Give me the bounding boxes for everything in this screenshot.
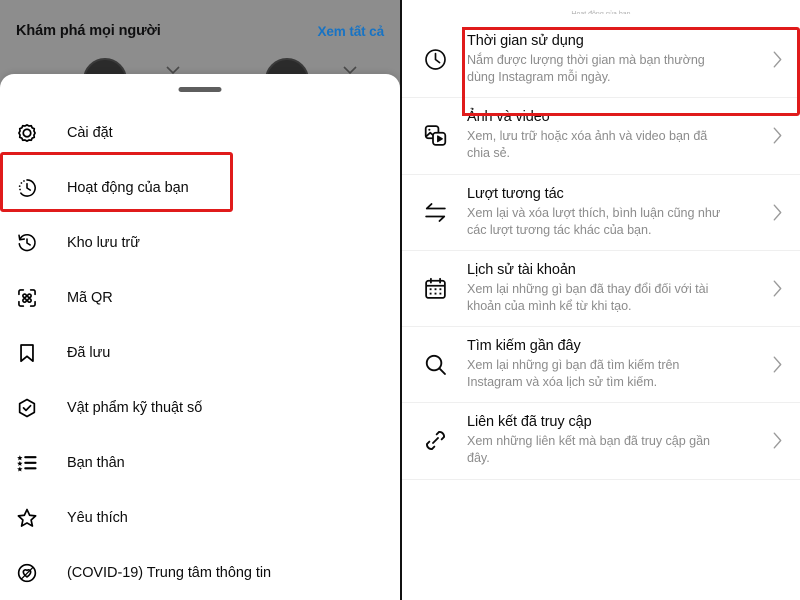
setting-title: Lịch sử tài khoản: [467, 261, 576, 278]
clock-icon: [413, 47, 457, 72]
chevron-right-icon[interactable]: [764, 126, 790, 145]
menu-item-label: Vật phẩm kỹ thuật số: [67, 399, 203, 416]
menu-item-digital-collectibles[interactable]: Vật phẩm kỹ thuật số: [0, 380, 400, 435]
setting-row-interactions[interactable]: Lượt tương tác Xem lại và xóa lượt thích…: [402, 174, 800, 251]
menu-item-label: Kho lưu trữ: [67, 234, 140, 251]
chevron-right-icon[interactable]: [764, 431, 790, 450]
link-icon: [413, 428, 457, 453]
menu-item-label: Bạn thân: [67, 454, 125, 471]
menu-item-label: (COVID-19) Trung tâm thông tin: [67, 564, 271, 581]
setting-text-block: Liên kết đã truy cập Xem những liên kết …: [457, 414, 764, 467]
chevron-right-icon[interactable]: [764, 355, 790, 374]
setting-title: Lượt tương tác: [467, 185, 564, 202]
setting-text-block: Tìm kiếm gần đây Xem lại những gì bạn đã…: [457, 338, 764, 391]
drag-handle[interactable]: [178, 87, 222, 92]
bottom-sheet-menu: Cài đặt Hoạt động của bạn Kho lưu trữ Mã…: [0, 74, 400, 600]
setting-description: Xem những liên kết mà bạn đã truy cập gầ…: [467, 434, 711, 466]
menu-item-label: Hoạt động của bạn: [67, 179, 189, 196]
health-heart-icon: [16, 562, 49, 584]
setting-text-block: Ảnh và video Xem, lưu trữ hoặc xóa ảnh v…: [457, 109, 764, 162]
menu-item-your-activity[interactable]: Hoạt động của bạn: [0, 160, 400, 215]
setting-description: Xem lại những gì bạn đã tìm kiếm trên In…: [467, 358, 680, 390]
gear-icon: [16, 122, 49, 144]
menu-item-covid-info-center[interactable]: (COVID-19) Trung tâm thông tin: [0, 545, 400, 600]
menu-item-label: Mã QR: [67, 289, 113, 306]
photo-video-icon: [413, 123, 457, 148]
menu-item-qr-code[interactable]: Mã QR: [0, 270, 400, 325]
search-icon: [413, 352, 457, 377]
setting-row-visited-links[interactable]: Liên kết đã truy cập Xem những liên kết …: [402, 403, 800, 480]
star-icon: [16, 507, 49, 529]
setting-row-recent-searches[interactable]: Tìm kiếm gần đây Xem lại những gì bạn đã…: [402, 327, 800, 404]
breadcrumb-label: Hoạt động của bạn: [571, 11, 630, 14]
setting-text-block: Thời gian sử dụng Nắm được lượng thời gi…: [457, 33, 764, 86]
discover-people-header: Khám phá mọi người Xem tất cả: [0, 18, 400, 44]
activity-clock-icon: [16, 177, 49, 199]
page-title: Khám phá mọi người: [16, 23, 161, 39]
menu-item-label: Yêu thích: [67, 509, 128, 526]
menu-item-saved[interactable]: Đã lưu: [0, 325, 400, 380]
setting-title: Tìm kiếm gần đây: [467, 338, 581, 354]
setting-row-time-spent[interactable]: Thời gian sử dụng Nắm được lượng thời gi…: [402, 22, 800, 99]
activity-settings-list: Thời gian sử dụng Nắm được lượng thời gi…: [402, 22, 800, 480]
menu-item-archive[interactable]: Kho lưu trữ: [0, 215, 400, 270]
interactions-arrows-icon: [413, 200, 457, 225]
setting-row-photos-and-videos[interactable]: Ảnh và video Xem, lưu trữ hoặc xóa ảnh v…: [402, 98, 800, 175]
setting-description: Xem, lưu trữ hoặc xóa ảnh và video bạn đ…: [467, 129, 708, 161]
setting-text-block: Lịch sử tài khoản Xem lại những gì bạn đ…: [457, 262, 764, 315]
qr-code-icon: [16, 287, 49, 309]
breadcrumb: Hoạt động của bạn: [402, 0, 800, 14]
bookmark-icon: [16, 342, 49, 364]
setting-description: Xem lại và xóa lượt thích, bình luận cũn…: [467, 205, 721, 237]
menu-item-label: Đã lưu: [67, 344, 111, 361]
right-phone-screen: Hoạt động của bạn Thời gian sử dụng Nắm …: [402, 0, 800, 600]
setting-title: Ảnh và video: [467, 109, 550, 126]
menu-item-favorites[interactable]: Yêu thích: [0, 490, 400, 545]
calendar-icon: [413, 276, 457, 301]
setting-description: Xem lại những gì bạn đã thay đổi đối với…: [467, 281, 709, 313]
archive-clock-icon: [16, 232, 49, 254]
see-all-link[interactable]: Xem tất cả: [317, 24, 384, 39]
screenshot-root: Khám phá mọi người Xem tất cả Cài đặt Ho…: [0, 0, 800, 600]
hexagon-check-icon: [16, 397, 49, 419]
menu-list: Cài đặt Hoạt động của bạn Kho lưu trữ Mã…: [0, 105, 400, 600]
chevron-right-icon[interactable]: [764, 50, 790, 69]
chevron-right-icon[interactable]: [764, 279, 790, 298]
setting-title: Thời gian sử dụng: [467, 33, 584, 49]
setting-row-account-history[interactable]: Lịch sử tài khoản Xem lại những gì bạn đ…: [402, 250, 800, 327]
chevron-down-icon[interactable]: [342, 62, 358, 75]
setting-title: Liên kết đã truy cập: [467, 414, 592, 431]
menu-item-close-friends[interactable]: Bạn thân: [0, 435, 400, 490]
chevron-right-icon[interactable]: [764, 203, 790, 222]
chevron-down-icon[interactable]: [165, 62, 181, 75]
setting-text-block: Lượt tương tác Xem lại và xóa lượt thích…: [457, 186, 764, 239]
menu-item-label: Cài đặt: [67, 124, 113, 141]
menu-item-settings[interactable]: Cài đặt: [0, 105, 400, 160]
star-list-icon: [16, 452, 49, 474]
setting-description: Nắm được lượng thời gian mà bạn thường d…: [467, 53, 705, 85]
left-phone-screen: Khám phá mọi người Xem tất cả Cài đặt Ho…: [0, 0, 400, 600]
